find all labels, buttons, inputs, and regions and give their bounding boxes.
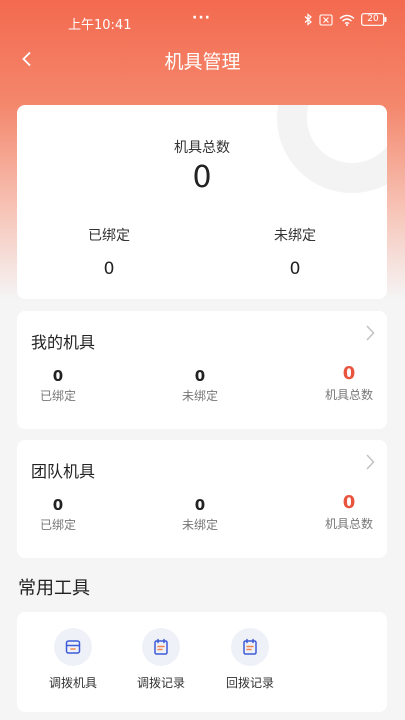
- bound-value: 0: [103, 259, 115, 279]
- tool-label: 调拨机具: [48, 676, 97, 690]
- bound-label: 已绑定: [88, 228, 130, 244]
- my-devices-card[interactable]: 我的机具 0 已绑定 0 未绑定 0 机具总数: [17, 311, 387, 429]
- unbound-summary: 未绑定 0: [225, 225, 365, 279]
- status-time: 上午10:41: [68, 18, 132, 33]
- chevron-right-icon: [366, 325, 375, 341]
- my-unbound-stat: 0 未绑定: [145, 367, 255, 404]
- my-unbound-value: 0: [194, 367, 206, 385]
- tool-return-records[interactable]: 回拨记录: [212, 628, 288, 691]
- team-unbound-stat: 0 未绑定: [145, 496, 255, 533]
- total-devices-value: 0: [192, 160, 212, 195]
- record-icon: [231, 628, 269, 666]
- team-unbound-value: 0: [194, 496, 206, 514]
- team-bound-value: 0: [52, 496, 64, 514]
- team-devices-title: 团队机具: [31, 462, 96, 481]
- team-bound-label: 已绑定: [39, 518, 76, 532]
- team-unbound-label: 未绑定: [181, 518, 218, 532]
- bound-summary: 已绑定 0: [39, 225, 179, 279]
- status-bar: 上午10:41 ··· 20: [0, 0, 405, 42]
- team-devices-card[interactable]: 团队机具 0 已绑定 0 未绑定 0 机具总数: [17, 440, 387, 558]
- my-total-stat: 0 机具总数: [294, 363, 404, 403]
- my-bound-stat: 0 已绑定: [3, 367, 113, 404]
- team-total-value: 0: [342, 492, 356, 513]
- nav-bar: 机具管理: [0, 42, 405, 78]
- record-icon: [142, 628, 180, 666]
- common-tools-title: 常用工具: [18, 578, 90, 599]
- bluetooth-icon: [304, 13, 313, 26]
- unbound-label: 未绑定: [274, 228, 316, 244]
- my-total-label: 机具总数: [324, 388, 373, 402]
- wifi-icon: [339, 14, 355, 26]
- chevron-right-icon: [366, 454, 375, 470]
- page-title: 机具管理: [164, 51, 241, 73]
- tools-card: 调拨机具 调拨记录 回拨记录: [17, 612, 387, 712]
- tool-label: 回拨记录: [225, 676, 274, 690]
- my-devices-title: 我的机具: [31, 333, 96, 352]
- tool-transfer-records[interactable]: 调拨记录: [123, 628, 199, 691]
- my-bound-label: 已绑定: [39, 389, 76, 403]
- my-unbound-label: 未绑定: [181, 389, 218, 403]
- unbound-value: 0: [289, 259, 301, 279]
- status-icons: 20: [304, 13, 387, 26]
- tool-transfer-devices[interactable]: 调拨机具: [35, 628, 111, 691]
- total-devices-label: 机具总数: [174, 140, 230, 156]
- my-total-value: 0: [342, 363, 356, 384]
- status-more-dots: ···: [192, 10, 211, 26]
- battery-icon: 20: [361, 13, 387, 26]
- summary-card: 机具总数 0 已绑定 0 未绑定 0: [17, 105, 387, 299]
- sim-off-icon: [319, 13, 333, 26]
- my-bound-value: 0: [52, 367, 64, 385]
- team-bound-stat: 0 已绑定: [3, 496, 113, 533]
- tool-label: 调拨记录: [136, 676, 185, 690]
- box-icon: [54, 628, 92, 666]
- battery-level: 20: [367, 14, 379, 24]
- team-total-stat: 0 机具总数: [294, 492, 404, 532]
- team-total-label: 机具总数: [324, 517, 373, 531]
